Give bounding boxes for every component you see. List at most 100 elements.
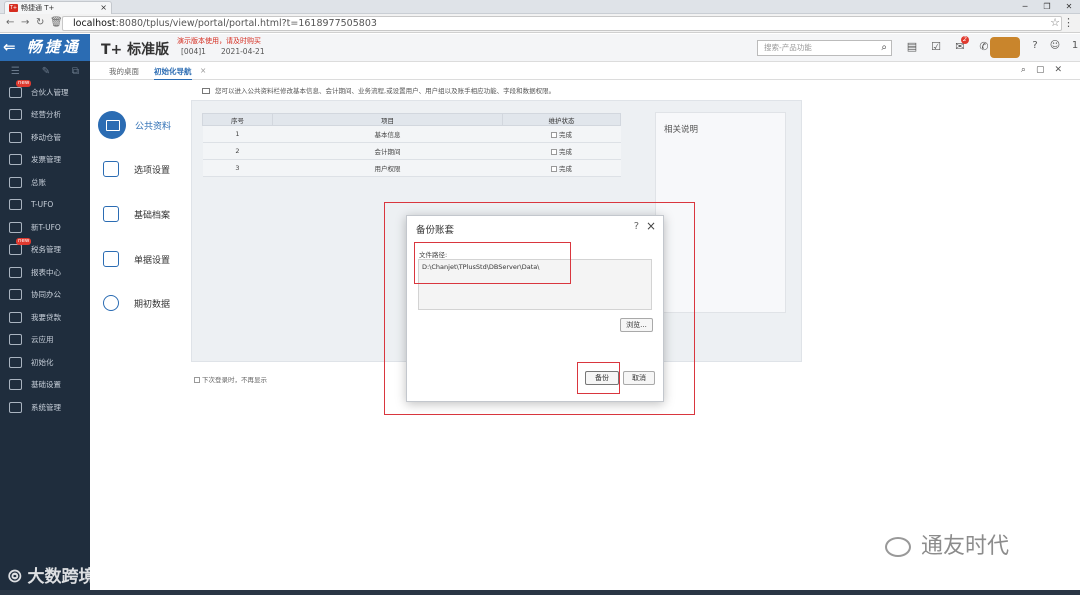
nav-label: 公共资料 — [135, 121, 172, 132]
sidebar-item[interactable]: 协同办公 — [0, 284, 90, 307]
cell-no: 1 — [202, 125, 273, 143]
table-body: 1 基本信息 完成 2 会计期间 完成 3 用户权限 完成 — [202, 125, 621, 177]
new-badge: new — [16, 80, 32, 87]
sidebar-item[interactable]: 新T-UFO — [0, 216, 90, 239]
sidebar-item-label: 发票管理 — [31, 155, 61, 165]
highlight-backup-frame — [577, 362, 620, 394]
bookmark-star-icon[interactable]: ☆ — [1050, 16, 1060, 29]
status-label: 完成 — [559, 131, 572, 139]
search-input[interactable]: 搜索-产品功能 ⌕ — [757, 40, 892, 56]
sidebar-item-label: 初始化 — [31, 357, 54, 367]
wechat-icon — [885, 537, 911, 557]
sidebar-item-label: 新T-UFO — [31, 222, 61, 232]
tab-close-icon[interactable]: × — [200, 66, 206, 75]
nav-options[interactable]: 选项设置 — [96, 148, 186, 190]
cell-item: 会计期间 — [272, 142, 503, 160]
user-icon[interactable]: ☺ — [1045, 40, 1065, 51]
demo-notice[interactable]: 演示版本使用，请及时购买 — [177, 36, 261, 46]
archive-icon — [103, 206, 119, 222]
table-row[interactable]: 3 用户权限 完成 — [202, 159, 621, 177]
browser-menu-icon[interactable]: ⋮ — [1063, 16, 1074, 29]
checklist-icon[interactable]: ☑ — [924, 40, 948, 53]
next-login-checkbox[interactable] — [194, 377, 200, 383]
promo-avatar[interactable] — [990, 37, 1020, 58]
browse-button[interactable]: 浏览... — [620, 318, 653, 332]
menu-icon[interactable]: ☰ — [11, 66, 20, 77]
nav-opening-data[interactable]: 期初数据 — [96, 282, 186, 324]
tab-init-nav[interactable]: 初始化导航 — [154, 66, 192, 81]
product-name: T+ 标准版 — [101, 42, 170, 58]
module-icon — [9, 221, 22, 233]
nav-public-data[interactable]: 公共资料 — [96, 104, 186, 146]
sidebar-item[interactable]: 总账 — [0, 171, 90, 194]
sidebar-item[interactable]: 发票管理 — [0, 149, 90, 172]
delete-icon[interactable]: 🗑 — [50, 17, 63, 28]
dialog-close-icon[interactable]: × — [646, 219, 656, 233]
restore-icon[interactable]: ❐ — [1036, 0, 1058, 14]
help-circle-icon[interactable]: ? — [634, 221, 639, 232]
cancel-button[interactable]: 取消 — [623, 371, 655, 385]
forward-icon[interactable]: → — [21, 17, 29, 28]
cell-item: 基本信息 — [272, 125, 503, 143]
notice-text: 您可以进入公共资料栏修改基本信息、会计期间、业务流程,或设置用户、用户组以及账手… — [215, 87, 556, 95]
help-icon[interactable]: ? — [1025, 40, 1045, 51]
minimize-icon[interactable]: ─ — [1014, 0, 1036, 14]
sidebar-item[interactable]: 移动仓管 — [0, 126, 90, 149]
status-checkbox[interactable] — [551, 149, 557, 155]
edit-icon[interactable]: ✎ — [42, 66, 50, 77]
window-close-icon[interactable]: ✕ — [1058, 0, 1080, 14]
sidebar-item[interactable]: T-UFO — [0, 194, 90, 217]
module-icon — [9, 334, 22, 346]
search-icon[interactable]: ⌕ — [881, 41, 887, 55]
module-icon — [9, 289, 22, 301]
sidebar-item[interactable]: new 合伙人管理 — [0, 80, 90, 104]
table-row[interactable]: 1 基本信息 完成 — [202, 125, 621, 143]
module-icon — [9, 131, 22, 143]
nav-voucher-settings[interactable]: 单据设置 — [96, 238, 186, 280]
module-icon — [9, 154, 22, 166]
module-icon — [9, 356, 22, 368]
message-icon[interactable]: ✉ 2 — [948, 36, 972, 53]
bottom-bar — [0, 590, 1080, 595]
cell-no: 2 — [202, 142, 273, 160]
account-code: [004]1 — [181, 47, 206, 56]
browser-tab-title: 畅捷通 T+ — [21, 4, 55, 12]
browser-tab[interactable]: T+ 畅捷通 T+ × — [4, 1, 112, 14]
sidebar-item[interactable]: new 税务管理 — [0, 237, 90, 262]
tab-home[interactable]: 我的桌面 — [109, 66, 139, 77]
table-row[interactable]: 2 会计期间 完成 — [202, 142, 621, 160]
search-placeholder: 搜索-产品功能 — [764, 43, 812, 52]
sidebar-item[interactable]: 云应用 — [0, 329, 90, 352]
nav-label: 期初数据 — [134, 299, 171, 310]
app-header: T+ 标准版 演示版本使用，请及时购买 [004]1 2021-04-21 搜索… — [90, 34, 1080, 62]
sidebar-item[interactable]: 系统管理 — [0, 396, 90, 419]
database-icon — [103, 295, 119, 311]
window-controls: ─ ❐ ✕ — [1014, 0, 1080, 14]
sidebar-item[interactable]: 我要贷款 — [0, 306, 90, 329]
module-icon — [9, 86, 22, 98]
nav-base-archive[interactable]: 基础档案 — [96, 193, 186, 235]
logo[interactable]: ⇐ 畅捷通 — [0, 34, 90, 61]
status-checkbox[interactable] — [551, 132, 557, 138]
sidebar-item[interactable]: 初始化 — [0, 351, 90, 374]
info-notice: 您可以进入公共资料栏修改基本信息、会计期间、业务流程,或设置用户、用户组以及账手… — [202, 85, 555, 95]
reload-icon[interactable]: ↻ — [36, 17, 44, 28]
fullscreen-icon[interactable]: ▢ — [1036, 65, 1045, 75]
status-checkbox[interactable] — [551, 166, 557, 172]
watermark-left-text: 大数跨境 — [27, 567, 96, 587]
zoom-icon[interactable]: ⌕ — [1021, 65, 1026, 75]
next-login-option[interactable]: 下次登录时，不再显示 — [194, 374, 267, 384]
cell-status: 完成 — [502, 159, 621, 177]
copy-icon[interactable]: ⧉ — [72, 66, 79, 77]
close-tab-icon[interactable]: × — [100, 2, 107, 14]
sidebar-item[interactable]: 报表中心 — [0, 261, 90, 284]
back-icon[interactable]: ← — [6, 17, 14, 28]
sidebar-item-label: 合伙人管理 — [31, 87, 69, 97]
close-page-icon[interactable]: ✕ — [1054, 65, 1062, 75]
sidebar-item[interactable]: 基础设置 — [0, 374, 90, 397]
url-input[interactable]: localhost:8080/tplus/view/portal/portal.… — [62, 16, 1062, 31]
sidebar-item-label: 系统管理 — [31, 402, 61, 412]
sidebar-item[interactable]: 经营分析 — [0, 104, 90, 127]
calculator-icon[interactable]: ▤ — [900, 40, 924, 53]
header-right: ? ☺ 1 — [1025, 40, 1080, 51]
